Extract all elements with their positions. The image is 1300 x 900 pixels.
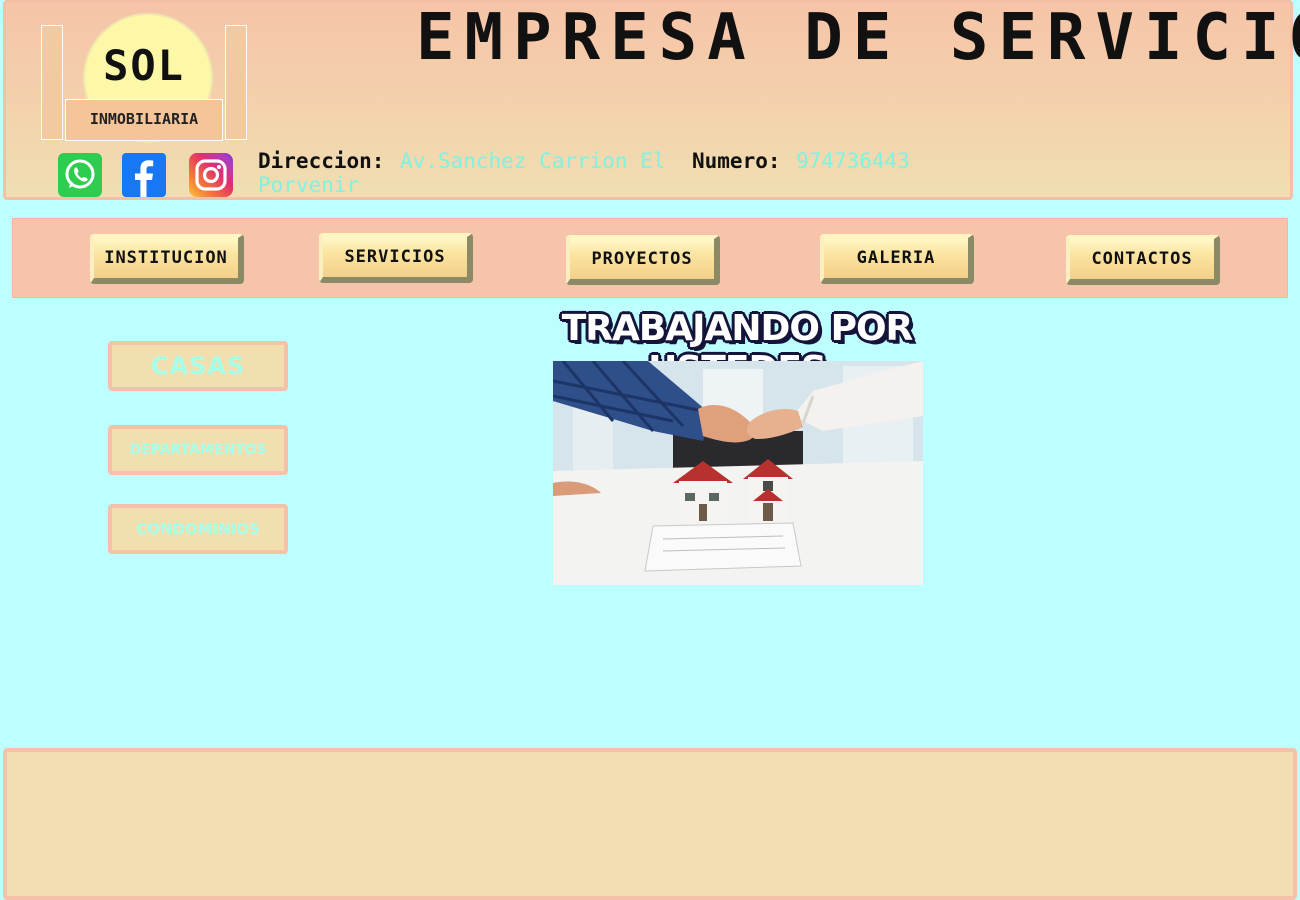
phone-label: Numero: (692, 149, 781, 173)
sidebar-item-casas[interactable]: CASAS (108, 341, 288, 391)
site-header: SOL INMOBILIARIA EMPRESA DE SERVICIO Av.… (3, 0, 1300, 200)
site-logo[interactable]: SOL INMOBILIARIA (41, 13, 247, 143)
whatsapp-icon[interactable] (58, 153, 102, 197)
logo-subtitle: INMOBILIARIA (65, 99, 223, 141)
phone-value: 974736443 (796, 149, 910, 173)
site-footer (3, 748, 1297, 900)
nav-galeria[interactable]: GALERIA (820, 234, 974, 284)
nav-institucion[interactable]: INSTITUCION (90, 234, 244, 284)
main-nav: INSTITUCION SERVICIOS PROYECTOS GALERIA … (12, 218, 1288, 298)
nav-servicios[interactable]: SERVICIOS (319, 233, 473, 283)
handshake-house-photo (553, 361, 923, 585)
facebook-icon[interactable] (122, 153, 166, 197)
instagram-icon[interactable] (189, 153, 233, 197)
page-title: EMPRESA DE SERVICIO (416, 1, 1300, 75)
sidebar-item-departamentos[interactable]: DEPARTAMENTOS (108, 425, 288, 475)
address-label: Direccion: (258, 149, 385, 173)
nav-contactos[interactable]: CONTACTOS (1066, 235, 1220, 285)
logo-name: SOL (103, 41, 185, 90)
sidebar-item-condominios[interactable]: CONDOMINIOS (108, 504, 288, 554)
nav-proyectos[interactable]: PROYECTOS (566, 235, 720, 285)
